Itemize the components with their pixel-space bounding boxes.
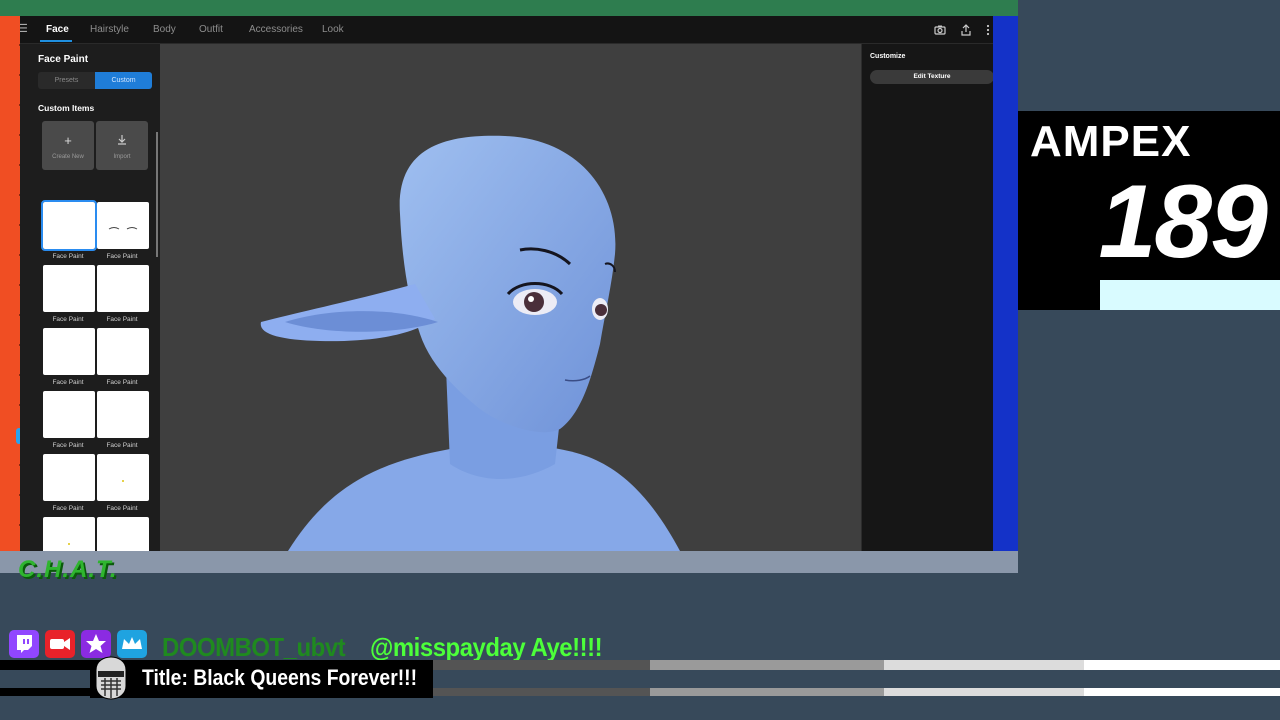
face-paint-item-label: Face Paint	[52, 316, 84, 323]
tab-outfit[interactable]: Outfit	[199, 24, 223, 35]
crown-icon	[117, 630, 147, 658]
chat-logo: C.H.A.T.	[18, 556, 118, 583]
face-paint-item[interactable]	[97, 517, 149, 551]
ticker-bar	[0, 688, 90, 696]
ampex-number: 189	[1098, 164, 1268, 280]
face-paint-item[interactable]	[97, 454, 149, 501]
mask-icon	[95, 656, 127, 700]
ticker-bar	[650, 660, 884, 670]
face-paint-item[interactable]	[43, 517, 95, 551]
ticker-bar	[884, 688, 1084, 696]
face-paint-item[interactable]	[97, 328, 149, 375]
import-icon	[118, 135, 126, 145]
segment-custom[interactable]: Custom	[95, 72, 152, 89]
presets-custom-toggle: Presets Custom	[38, 72, 152, 89]
frame-top-strip	[0, 0, 1018, 16]
ampex-title: AMPEX	[1030, 117, 1192, 166]
face-paint-item[interactable]	[97, 391, 149, 438]
segment-presets[interactable]: Presets	[38, 72, 95, 89]
ticker-bar	[433, 688, 650, 696]
edit-texture-button[interactable]: Edit Texture	[870, 70, 993, 84]
custom-items-heading: Custom Items	[38, 103, 95, 113]
chat-username: DOOMBOT_ubvt	[162, 632, 346, 662]
avatar-editor-window: ☰ Face Hairstyle Body Outfit Accessories…	[20, 16, 993, 551]
face-paint-item[interactable]	[43, 454, 95, 501]
panel-title: Face Paint	[38, 54, 89, 65]
tab-face[interactable]: Face	[46, 24, 69, 35]
face-paint-item-label: Face Paint	[106, 316, 138, 323]
chat-message: @misspayday Aye!!!!	[370, 632, 603, 662]
frame-bottom-strip	[0, 551, 1018, 573]
ampex-bar-dark	[1018, 280, 1100, 310]
import-label: Import	[113, 154, 131, 160]
tab-accessories[interactable]: Accessories	[249, 24, 303, 35]
import-button[interactable]: Import	[96, 121, 148, 170]
tab-hairstyle[interactable]: Hairstyle	[90, 24, 129, 35]
face-paint-item[interactable]	[97, 202, 149, 249]
share-icon[interactable]	[960, 24, 972, 36]
frame-left-strip	[0, 16, 22, 551]
create-new-label: Create New	[52, 154, 84, 160]
ampex-bar-light	[1100, 280, 1280, 310]
tab-bar: ☰ Face Hairstyle Body Outfit Accessories…	[20, 16, 993, 44]
face-paint-item[interactable]	[41, 200, 97, 251]
frame-right-strip	[993, 16, 1018, 551]
ticker-bar	[1084, 688, 1280, 696]
ticker-bar	[650, 688, 884, 696]
ticker-bar	[1084, 660, 1280, 670]
face-paint-item-label: Face Paint	[52, 442, 84, 449]
more-icon[interactable]	[984, 24, 992, 36]
star-icon	[81, 630, 111, 658]
customize-panel: Customize Edit Texture	[861, 44, 993, 551]
face-paint-item-label: Face Paint	[106, 442, 138, 449]
face-paint-item[interactable]	[43, 265, 95, 312]
stream-title: Title: Black Queens Forever!!!	[142, 665, 418, 690]
panel-scrollbar[interactable]	[156, 132, 158, 257]
face-paint-item[interactable]	[43, 328, 95, 375]
face-paint-item[interactable]	[43, 391, 95, 438]
face-paint-item-label: Face Paint	[106, 253, 138, 260]
menu-icon[interactable]: ☰	[20, 22, 28, 35]
face-paint-item-label: Face Paint	[106, 505, 138, 512]
video-icon	[45, 630, 75, 658]
face-paint-item[interactable]	[97, 265, 149, 312]
camera-icon[interactable]	[934, 24, 946, 36]
face-paint-item-label: Face Paint	[106, 379, 138, 386]
avatar-model	[260, 135, 680, 551]
twitch-icon	[9, 630, 39, 658]
face-paint-item-label: Face Paint	[52, 253, 84, 260]
tab-look[interactable]: Look	[322, 24, 344, 35]
face-paint-item-label: Face Paint	[52, 505, 84, 512]
create-new-button[interactable]: + Create New	[42, 121, 94, 170]
face-paint-panel: Face Paint Presets Custom Custom Items +…	[20, 44, 160, 551]
tab-body[interactable]: Body	[153, 24, 176, 35]
avatar-3d-viewport[interactable]	[160, 44, 861, 551]
ticker-bar	[433, 660, 650, 670]
face-paint-item-label: Face Paint	[52, 379, 84, 386]
ticker-bar	[884, 660, 1084, 670]
plus-icon: +	[64, 133, 72, 148]
customize-heading: Customize	[870, 53, 906, 60]
ampex-panel: AMPEX 189	[1018, 111, 1280, 280]
active-tab-indicator	[40, 40, 72, 42]
